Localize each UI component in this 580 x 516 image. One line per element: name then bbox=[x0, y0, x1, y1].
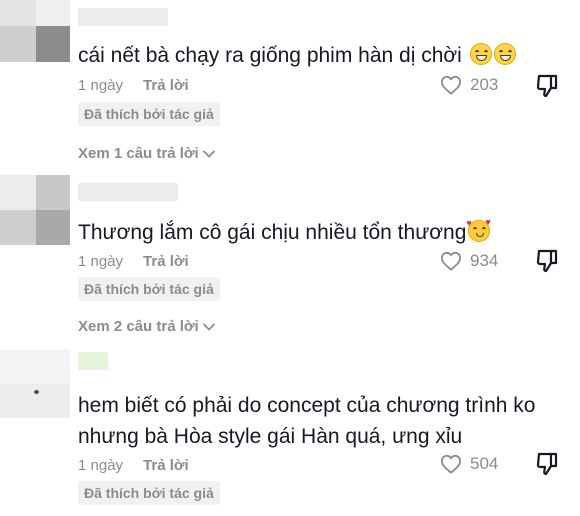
reply-button[interactable]: Trả lời bbox=[143, 253, 189, 270]
comment-text-line: hem biết có phải do concept của chương t… bbox=[78, 394, 536, 417]
view-replies-button[interactable]: Xem 1 câu trả lời bbox=[78, 145, 216, 162]
thumbs-down-icon bbox=[536, 74, 558, 98]
username-blurred[interactable] bbox=[78, 8, 168, 26]
liked-by-author-badge: Đã thích bởi tác giả bbox=[78, 481, 220, 505]
view-replies-label: Xem 1 câu trả lời bbox=[78, 145, 199, 162]
dislike-button[interactable] bbox=[536, 249, 558, 278]
grinning-squinting-face-emoji bbox=[469, 43, 492, 65]
avatar[interactable] bbox=[0, 0, 70, 62]
liked-by-author-badge: Đã thích bởi tác giả bbox=[78, 102, 220, 126]
liked-by-author-badge: Đã thích bởi tác giả bbox=[78, 277, 220, 301]
comment-time: 1 ngày bbox=[78, 253, 124, 270]
comment-text-content: Thương lắm cô gái chịu nhiều tổn thương bbox=[78, 221, 467, 244]
dislike-button[interactable] bbox=[536, 452, 558, 481]
comment-text: cái nết bà chạy ra giống phim hàn dị chờ… bbox=[78, 40, 538, 71]
comment-time: 1 ngày bbox=[78, 77, 124, 94]
like-count: 203 bbox=[470, 75, 499, 94]
heart-outline-icon bbox=[440, 454, 462, 474]
comment-meta: 1 ngày Trả lời bbox=[78, 77, 189, 94]
view-replies-label: Xem 2 câu trả lời bbox=[78, 318, 199, 335]
heart-outline-icon bbox=[440, 75, 462, 95]
heart-outline-icon bbox=[440, 251, 462, 271]
comment-meta: 1 ngày Trả lời bbox=[78, 253, 189, 270]
like-button[interactable]: 203 bbox=[440, 75, 498, 95]
comment-text: hem biết có phải do concept của chương t… bbox=[78, 390, 538, 452]
dislike-button[interactable] bbox=[536, 74, 558, 103]
view-replies-button[interactable]: Xem 2 câu trả lời bbox=[78, 318, 216, 335]
like-button[interactable]: 934 bbox=[440, 251, 498, 271]
chevron-down-icon bbox=[202, 322, 215, 331]
like-count: 934 bbox=[470, 251, 499, 270]
reply-button[interactable]: Trả lời bbox=[143, 77, 189, 94]
comment-meta: 1 ngày Trả lời bbox=[78, 457, 189, 474]
comment-text-content: cái nết bà chạy ra giống phim hàn dị chờ… bbox=[78, 44, 462, 67]
thumbs-down-icon bbox=[536, 249, 558, 273]
username-blurred[interactable] bbox=[78, 183, 178, 201]
like-count: 504 bbox=[470, 454, 499, 473]
avatar[interactable] bbox=[0, 175, 70, 245]
like-button[interactable]: 504 bbox=[440, 454, 498, 474]
comment-text: Thương lắm cô gái chịu nhiều tổn thương ♥… bbox=[78, 217, 538, 248]
username-blurred[interactable] bbox=[78, 352, 108, 370]
grinning-squinting-face-emoji bbox=[493, 43, 516, 65]
avatar[interactable] bbox=[0, 350, 70, 418]
comment-time: 1 ngày bbox=[78, 457, 124, 474]
thumbs-down-icon bbox=[536, 452, 558, 476]
smiling-face-with-hearts-emoji: ♥ ♥ bbox=[466, 218, 491, 242]
chevron-down-icon bbox=[202, 149, 215, 158]
reply-button[interactable]: Trả lời bbox=[143, 457, 189, 474]
comment-text-line: nhưng bà Hòa style gái Hàn quá, ưng xỉu bbox=[78, 425, 463, 448]
